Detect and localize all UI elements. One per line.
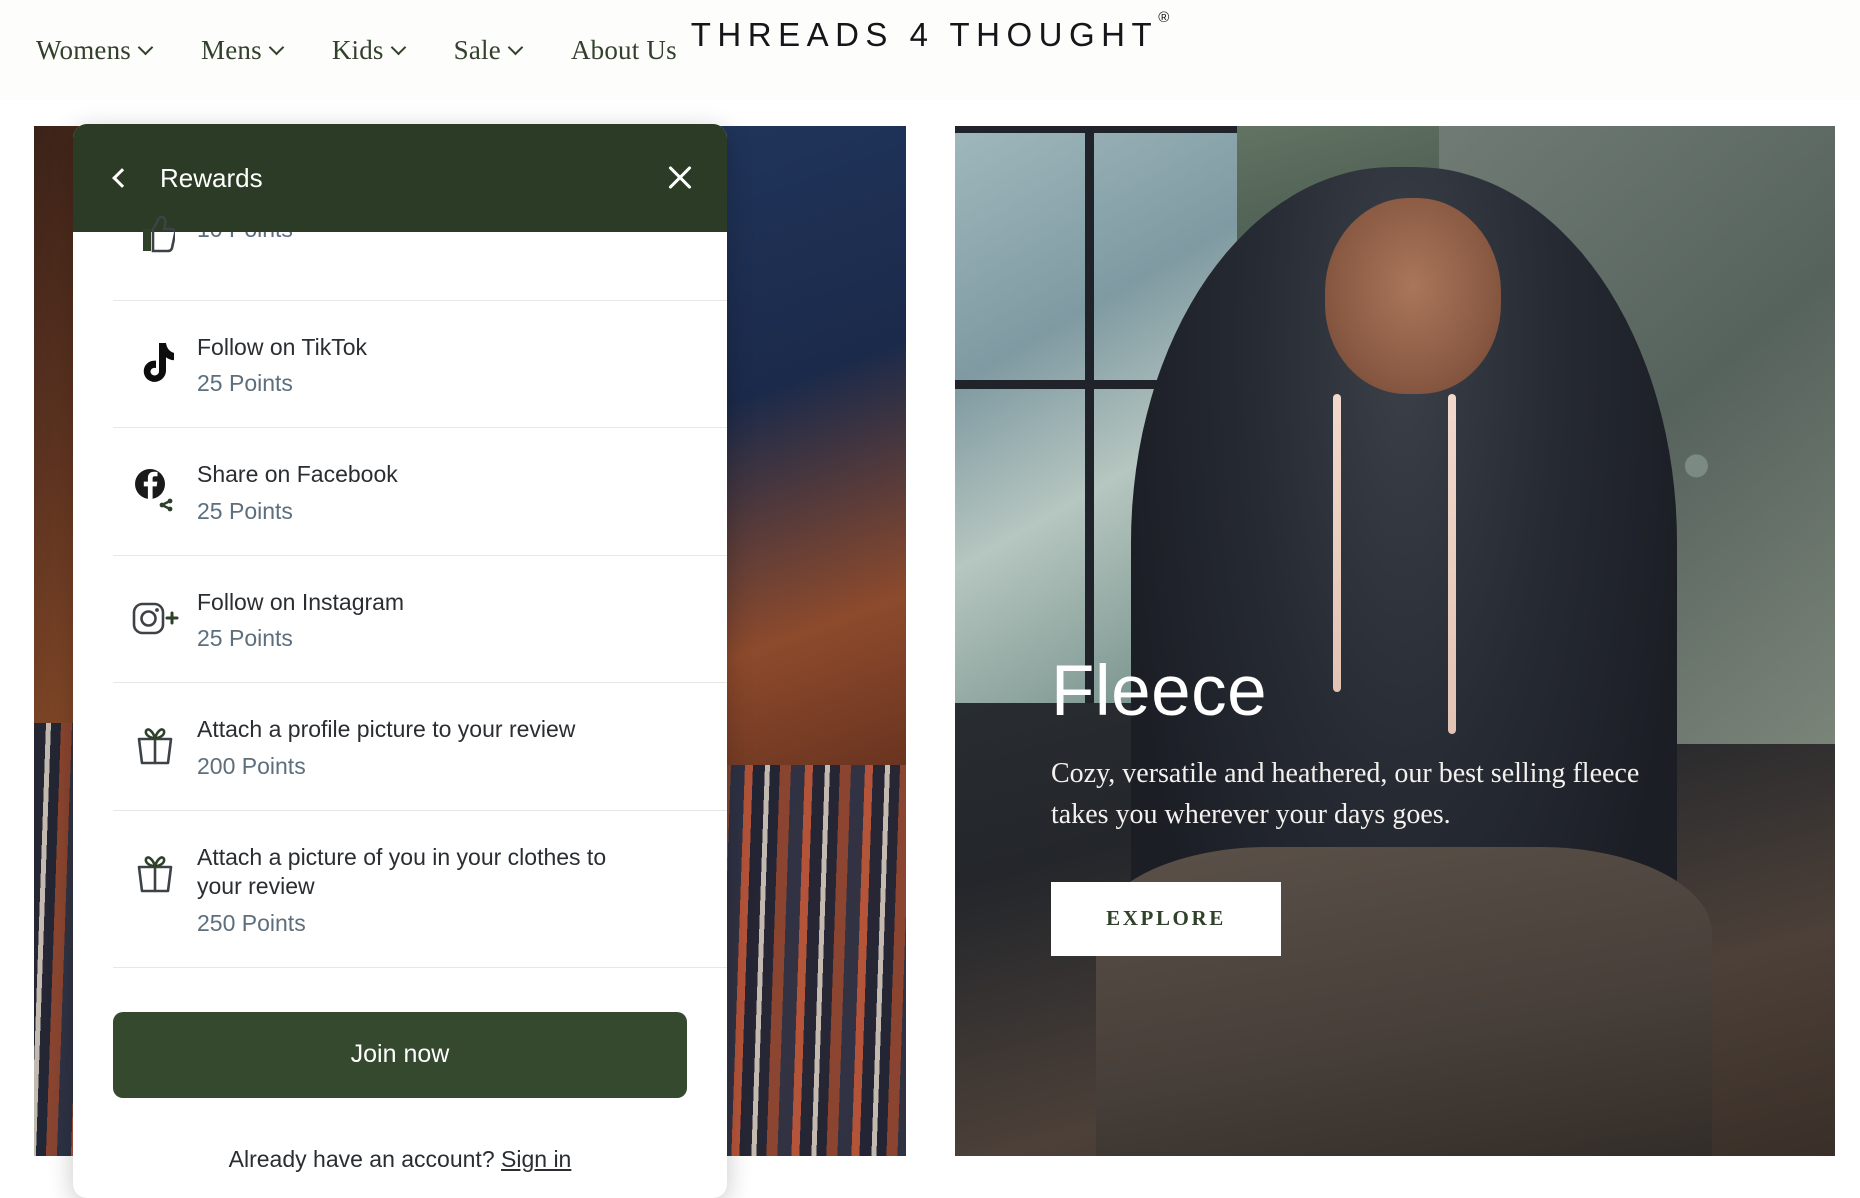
rewards-modal: Rewards 10 Points <box>73 124 727 1198</box>
reward-points: 200 Points <box>197 752 306 779</box>
rewards-list: 10 Points Follow on TikTok 25 Points <box>73 206 727 1173</box>
right-hero-image: Fleece Cozy, versatile and heathered, ou… <box>955 126 1835 1156</box>
main-nav: Womens Mens Kids Sale About Us <box>36 35 677 66</box>
nav-item-label: Kids <box>331 34 384 65</box>
reward-row[interactable]: Follow on TikTok 25 Points <box>113 301 727 429</box>
thumbs-up-icon <box>113 206 197 270</box>
chevron-down-icon <box>268 39 285 55</box>
reward-row[interactable]: Attach a picture of you in your clothes … <box>113 811 727 968</box>
nav-item-label: About Us <box>570 34 677 65</box>
reward-text: Share on Facebook 25 Points <box>197 458 398 524</box>
top-navigation-bar: Womens Mens Kids Sale About Us THREADS 4… <box>0 0 1860 100</box>
reward-points: 25 Points <box>197 370 293 397</box>
nav-item-sale[interactable]: Sale <box>453 34 524 66</box>
nav-item-womens[interactable]: Womens <box>36 34 154 66</box>
reward-row[interactable]: Attach a profile picture to your review … <box>113 683 727 811</box>
hero-copy: Fleece Cozy, versatile and heathered, ou… <box>1051 656 1671 956</box>
reward-text: Attach a picture of you in your clothes … <box>197 841 617 937</box>
gift-icon <box>113 713 197 777</box>
nav-item-about-us[interactable]: About Us <box>571 35 677 66</box>
reward-label: Share on Facebook <box>197 461 398 488</box>
reward-points: 250 Points <box>197 909 306 936</box>
signin-prompt: Already have an account? <box>228 1145 495 1172</box>
reward-row[interactable]: Share on Facebook 25 Points <box>113 428 727 556</box>
hood-string-left <box>1333 393 1342 693</box>
tiktok-icon <box>113 331 197 395</box>
reward-text: Follow on TikTok 25 Points <box>197 331 367 397</box>
nav-item-kids[interactable]: Kids <box>331 34 406 66</box>
reward-label: Follow on TikTok <box>197 334 368 360</box>
modal-title: Rewards <box>160 162 263 193</box>
hero-subtitle: Cozy, versatile and heathered, our best … <box>1051 758 1640 831</box>
logo-text: THREADS 4 THOUGHT <box>690 16 1159 53</box>
hero-title: Fleece <box>1051 652 1268 731</box>
reward-label: Attach a picture of you in your clothes … <box>197 843 607 900</box>
reward-label: Attach a profile picture to your review <box>197 716 576 743</box>
nav-item-mens[interactable]: Mens <box>201 34 285 66</box>
instagram-icon <box>113 586 197 650</box>
chevron-down-icon <box>137 39 154 55</box>
site-logo[interactable]: THREADS 4 THOUGHT® <box>690 9 1170 54</box>
reward-row[interactable]: Follow on Instagram 25 Points <box>113 556 727 684</box>
chevron-down-icon <box>390 39 406 55</box>
model-face <box>1324 198 1501 394</box>
join-now-button[interactable]: Join now <box>113 1011 687 1098</box>
facebook-icon <box>113 458 197 522</box>
modal-footer: Join now Already have an account? Sign i… <box>73 968 727 1173</box>
signin-link[interactable]: Sign in <box>501 1146 571 1172</box>
chevron-left-icon[interactable] <box>105 163 135 193</box>
reward-text: Attach a profile picture to your review … <box>197 713 575 779</box>
registered-mark: ® <box>1158 9 1170 26</box>
nav-item-label: Sale <box>453 34 501 65</box>
close-icon[interactable] <box>663 161 697 195</box>
reward-label: Follow on Instagram <box>197 588 405 615</box>
reward-points: 25 Points <box>197 625 293 652</box>
nav-item-label: Womens <box>36 34 132 65</box>
reward-text: Follow on Instagram 25 Points <box>197 586 404 652</box>
reward-points: 25 Points <box>197 497 293 524</box>
explore-button[interactable]: EXPLORE <box>1051 881 1281 956</box>
signin-row: Already have an account? Sign in <box>113 1146 687 1173</box>
nav-item-label: Mens <box>201 34 262 65</box>
gift-icon <box>113 841 197 905</box>
chevron-down-icon <box>507 39 524 55</box>
